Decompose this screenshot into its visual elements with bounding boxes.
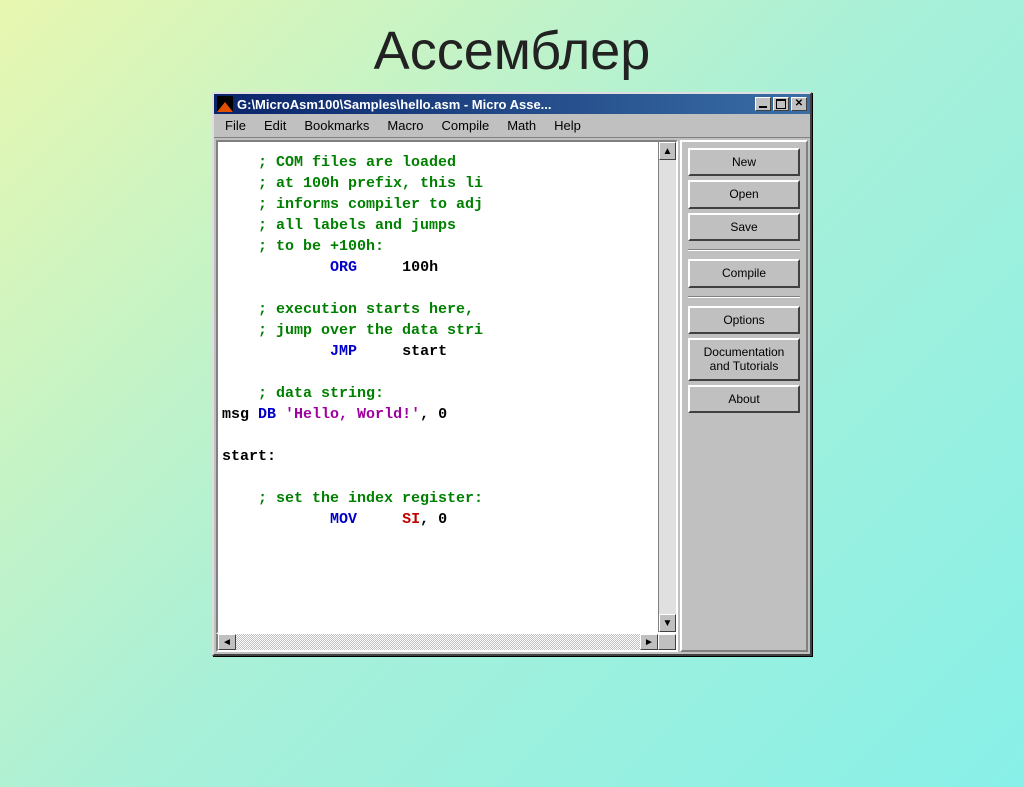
separator [688, 249, 800, 251]
menubar: File Edit Bookmarks Macro Compile Math H… [214, 114, 810, 138]
scroll-up-icon[interactable]: ▲ [659, 142, 676, 160]
window-title: G:\MicroAsm100\Samples\hello.asm - Micro… [237, 97, 755, 112]
scroll-track[interactable] [236, 634, 640, 650]
menu-bookmarks[interactable]: Bookmarks [295, 116, 378, 135]
menu-edit[interactable]: Edit [255, 116, 295, 135]
editor-container: ; COM files are loaded ; at 100h prefix,… [216, 140, 678, 634]
scroll-right-icon[interactable]: ► [640, 634, 658, 650]
menu-help[interactable]: Help [545, 116, 590, 135]
maximize-button[interactable] [773, 97, 789, 111]
app-icon [217, 96, 233, 112]
scroll-left-icon[interactable]: ◄ [218, 634, 236, 650]
scroll-track[interactable] [659, 160, 676, 614]
scroll-corner [658, 634, 676, 650]
scroll-down-icon[interactable]: ▼ [659, 614, 676, 632]
sidebar: New Open Save Compile Options Documentat… [680, 140, 808, 652]
close-button[interactable]: ✕ [791, 97, 807, 111]
titlebar[interactable]: G:\MicroAsm100\Samples\hello.asm - Micro… [214, 94, 810, 114]
minimize-button[interactable] [755, 97, 771, 111]
about-button[interactable]: About [688, 385, 800, 413]
save-button[interactable]: Save [688, 213, 800, 241]
slide-title: Ассемблер [0, 20, 1024, 82]
menu-math[interactable]: Math [498, 116, 545, 135]
window-controls: ✕ [755, 97, 807, 111]
menu-macro[interactable]: Macro [378, 116, 432, 135]
app-window: G:\MicroAsm100\Samples\hello.asm - Micro… [212, 92, 812, 656]
docs-button[interactable]: Documentation and Tutorials [688, 338, 800, 381]
horizontal-scrollbar[interactable]: ◄ ► [216, 634, 678, 652]
separator [688, 296, 800, 298]
new-button[interactable]: New [688, 148, 800, 176]
code-editor[interactable]: ; COM files are loaded ; at 100h prefix,… [218, 142, 658, 632]
compile-button[interactable]: Compile [688, 259, 800, 287]
options-button[interactable]: Options [688, 306, 800, 334]
menu-compile[interactable]: Compile [433, 116, 499, 135]
editor-frame: ; COM files are loaded ; at 100h prefix,… [216, 140, 678, 652]
open-button[interactable]: Open [688, 180, 800, 208]
client-area: ; COM files are loaded ; at 100h prefix,… [214, 138, 810, 654]
vertical-scrollbar[interactable]: ▲ ▼ [658, 142, 676, 632]
menu-file[interactable]: File [216, 116, 255, 135]
